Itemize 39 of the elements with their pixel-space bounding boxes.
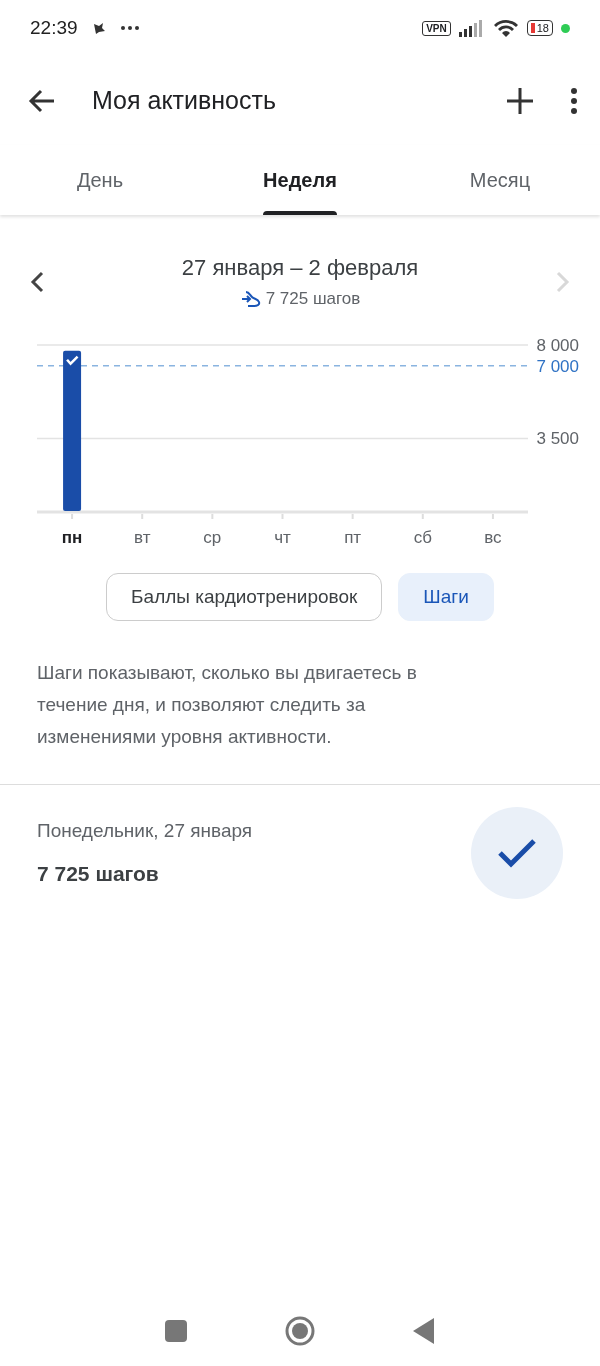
- tab[interactable]: День: [0, 145, 200, 215]
- more-options-button[interactable]: [570, 87, 578, 114]
- camera-dot-icon: [561, 23, 570, 33]
- home-button[interactable]: [285, 1316, 315, 1346]
- day-label[interactable]: ср: [203, 528, 222, 547]
- day-label[interactable]: пн: [61, 528, 83, 547]
- add-button[interactable]: [506, 86, 534, 115]
- wifi-icon: [492, 18, 519, 38]
- metric-chip[interactable]: Баллы кардиотренировок: [106, 573, 383, 621]
- tab[interactable]: Неделя: [200, 145, 400, 215]
- description-text: Шаги показывают, сколько вы двигаетесь в течение дня, и позволяют следить за изменениями уровня активности.: [37, 661, 418, 749]
- notification-icon: [91, 21, 106, 35]
- day-steps: 7 725 шагов: [37, 862, 253, 886]
- recents-button[interactable]: [165, 1320, 187, 1342]
- check-icon: [66, 355, 79, 366]
- screen-title: Моя активность: [92, 86, 276, 115]
- vpn-indicator: VPN: [422, 20, 451, 36]
- y-tick-label: 3 500: [536, 429, 579, 449]
- clock: 22:39: [30, 17, 78, 39]
- day-label[interactable]: чт: [274, 528, 291, 547]
- day-label[interactable]: сб: [413, 528, 432, 547]
- day-label[interactable]: пт: [344, 528, 362, 547]
- metric-chip[interactable]: Шаги: [398, 573, 494, 621]
- back-button[interactable]: [28, 88, 56, 113]
- period-title: 27 января – 2 февраля: [181, 255, 419, 281]
- battery-indicator: 18: [526, 20, 553, 36]
- more-notifications-icon: [119, 25, 140, 31]
- total-steps: 7 725 шагов: [265, 289, 361, 309]
- y-tick-label: 8 000: [536, 336, 579, 355]
- goal-label: 7 000: [536, 356, 579, 376]
- day-label[interactable]: вс: [484, 528, 502, 547]
- tab[interactable]: Месяц: [400, 145, 600, 215]
- steps-bar[interactable]: [63, 350, 82, 511]
- signal-icon: [458, 19, 485, 37]
- footsteps-icon: [239, 290, 262, 308]
- previous-week-button[interactable]: [30, 271, 44, 293]
- day-date: Понедельник, 27 января: [37, 820, 253, 842]
- back-nav-button[interactable]: [413, 1318, 435, 1344]
- day-label[interactable]: вт: [134, 528, 151, 547]
